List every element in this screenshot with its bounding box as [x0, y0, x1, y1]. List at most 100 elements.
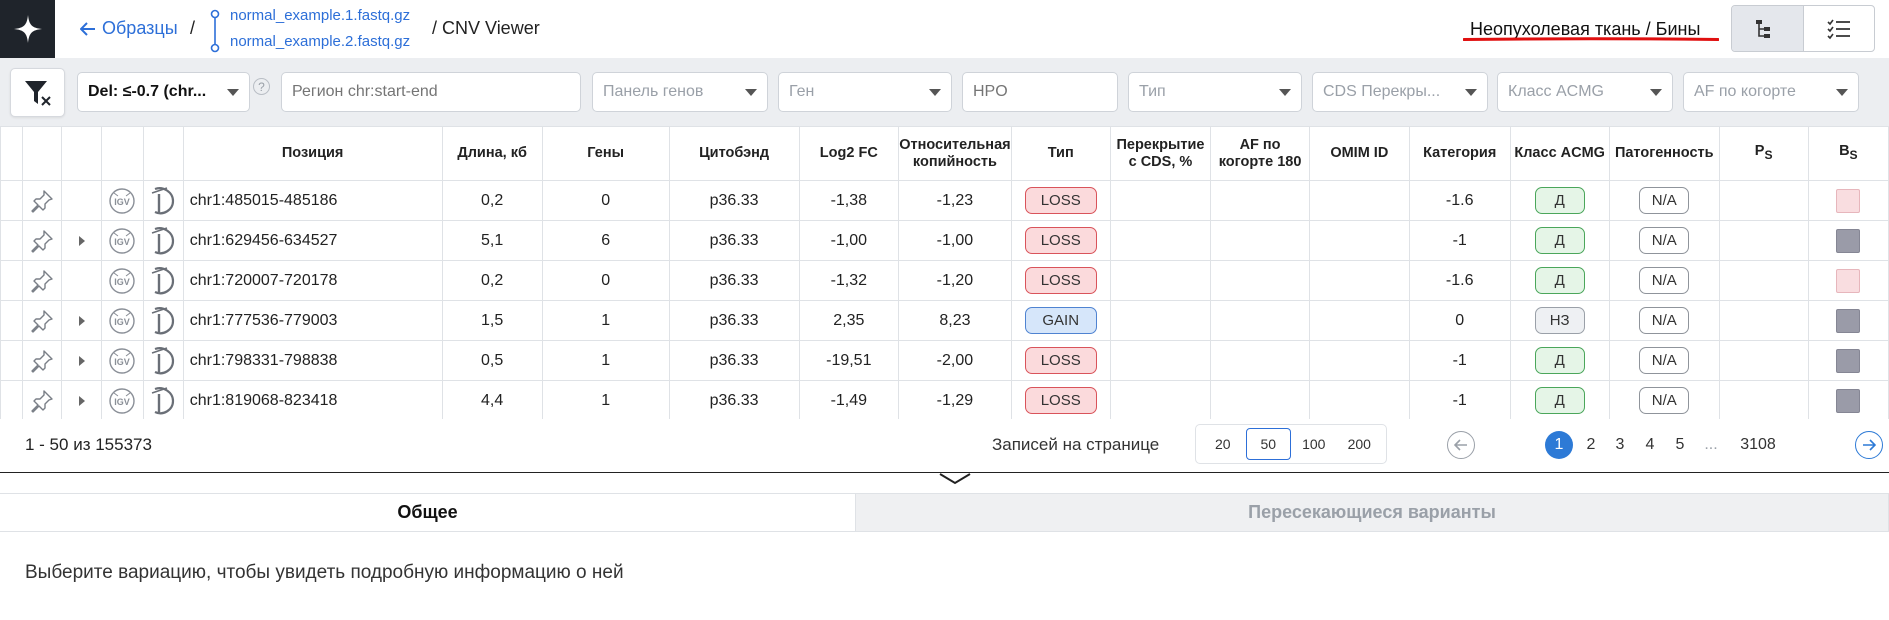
decipher-icon[interactable] — [144, 302, 182, 340]
table-row[interactable]: IGV chr1:720007-720178 0,2 0 p36.33 -1,32 -1,2… — [0, 260, 1889, 301]
table-row[interactable]: IGV chr1:485015-485186 0,2 0 p36.33 -1,38 -1,2… — [0, 180, 1889, 221]
cell-position[interactable]: chr1:798331-798838 — [182, 340, 443, 381]
col-pathogenicity[interactable]: Патогенность — [1608, 126, 1720, 181]
pin-icon[interactable] — [23, 382, 61, 420]
file-link-2[interactable]: normal_example.2.fastq.gz — [230, 33, 410, 50]
igv-icon[interactable]: IGV — [103, 262, 143, 300]
clear-filters-button[interactable] — [10, 68, 65, 117]
col-genes[interactable]: Гены — [541, 126, 670, 181]
acmg-badge[interactable]: Д — [1534, 187, 1585, 214]
prev-page-button[interactable] — [1447, 431, 1475, 459]
cds-overlap-select[interactable]: CDS Перекры... — [1312, 72, 1488, 112]
igv-icon[interactable]: IGV — [103, 302, 143, 340]
page-2[interactable]: 2 — [1577, 431, 1605, 459]
gene-panel-select[interactable]: Панель генов — [592, 72, 768, 112]
gene-select[interactable]: Ген — [778, 72, 952, 112]
igv-icon[interactable]: IGV — [103, 382, 143, 420]
file-link-1[interactable]: normal_example.1.fastq.gz — [230, 7, 410, 24]
chevron-right-icon[interactable] — [63, 302, 101, 340]
chevron-right-icon[interactable] — [63, 382, 101, 420]
col-category[interactable]: Категория — [1408, 126, 1511, 181]
tree-view-button[interactable] — [1732, 6, 1804, 51]
pathogenicity-badge[interactable]: N/A — [1639, 267, 1690, 294]
col-omim[interactable]: OMIM ID — [1308, 126, 1410, 181]
decipher-icon[interactable] — [144, 182, 182, 220]
pathogenicity-badge[interactable]: N/A — [1639, 187, 1690, 214]
per-page-100[interactable]: 100 — [1291, 428, 1337, 460]
tab-overlapping-variants[interactable]: Пересекающиеся варианты — [855, 493, 1889, 532]
acmg-badge[interactable]: Д — [1534, 387, 1585, 414]
pathogenicity-badge[interactable]: N/A — [1639, 387, 1690, 414]
page-5[interactable]: 5 — [1666, 431, 1694, 459]
decipher-icon[interactable] — [144, 342, 182, 380]
igv-icon[interactable]: IGV — [103, 222, 143, 260]
col-cytoband[interactable]: Цитобэнд — [668, 126, 800, 181]
col-acmg[interactable]: Класс ACMG — [1509, 126, 1610, 181]
table-row[interactable]: IGV chr1:798331-798838 0,5 1 p36.33 -19,51 -2,… — [0, 340, 1889, 381]
acmg-badge[interactable]: НЗ — [1534, 307, 1585, 334]
cell-position[interactable]: chr1:720007-720178 — [182, 260, 443, 301]
col-type[interactable]: Тип — [1010, 126, 1111, 181]
pin-icon[interactable] — [23, 222, 61, 260]
page-1[interactable]: 1 — [1545, 431, 1573, 459]
acmg-badge[interactable]: Д — [1534, 227, 1585, 254]
page-title: / CNV Viewer — [432, 18, 540, 38]
col-cds-overlap[interactable]: Перекрытие с CDS, % — [1109, 126, 1212, 181]
table-row[interactable]: IGV chr1:629456-634527 5,1 6 p36.33 -1,00 -1,0… — [0, 220, 1889, 261]
cell-position[interactable]: chr1:485015-485186 — [182, 180, 443, 221]
decipher-icon[interactable] — [144, 222, 182, 260]
igv-icon[interactable]: IGV — [103, 342, 143, 380]
pathogenicity-badge[interactable]: N/A — [1639, 227, 1690, 254]
cell-position[interactable]: chr1:777536-779003 — [182, 300, 443, 341]
type-select[interactable]: Тип — [1128, 72, 1302, 112]
pin-icon[interactable] — [23, 302, 61, 340]
help-icon[interactable]: ? — [253, 78, 270, 95]
per-page-50[interactable]: 50 — [1245, 428, 1292, 460]
col-length[interactable]: Длина, кб — [441, 126, 543, 181]
deletion-threshold-select[interactable]: Del: ≤-0.7 (chr... — [77, 72, 250, 112]
app-logo[interactable] — [0, 0, 55, 58]
cell-bs — [1807, 220, 1889, 261]
cell-position[interactable]: chr1:819068-823418 — [182, 380, 443, 421]
pathogenicity-badge[interactable]: N/A — [1639, 347, 1690, 374]
checklist-view-button[interactable] — [1804, 6, 1875, 51]
table-row[interactable]: IGV chr1:777536-779003 1,5 1 p36.33 2,35 8,23 G… — [0, 300, 1889, 341]
tab-general[interactable]: Общее — [0, 493, 855, 532]
col-log2fc[interactable]: Log2 FC — [798, 126, 899, 181]
per-page-20[interactable]: 20 — [1200, 428, 1246, 460]
col-bs[interactable]: BS — [1807, 126, 1889, 181]
decipher-icon[interactable] — [144, 382, 182, 420]
col-cohort-af[interactable]: AF по когорте 180 — [1210, 126, 1310, 181]
chevron-right-icon[interactable] — [63, 222, 101, 260]
per-page-200[interactable]: 200 — [1337, 428, 1383, 460]
red-underline-annotation — [1463, 37, 1719, 41]
cell-type: LOSS — [1010, 220, 1111, 261]
hpo-input[interactable] — [962, 72, 1118, 112]
cell-type: GAIN — [1010, 300, 1111, 341]
acmg-badge[interactable]: Д — [1534, 347, 1585, 374]
chevron-down-icon[interactable] — [938, 469, 972, 491]
chevron-right-icon[interactable] — [63, 342, 101, 380]
region-input[interactable] — [281, 72, 581, 112]
page-4[interactable]: 4 — [1635, 431, 1665, 459]
header-expand — [61, 126, 103, 181]
table-row[interactable]: IGV chr1:819068-823418 4,4 1 p36.33 -1,49 -1,2… — [0, 380, 1889, 421]
cell-position[interactable]: chr1:629456-634527 — [182, 220, 443, 261]
pin-icon[interactable] — [23, 342, 61, 380]
decipher-icon[interactable] — [144, 262, 182, 300]
page-3[interactable]: 3 — [1606, 431, 1634, 459]
acmg-badge[interactable]: Д — [1534, 267, 1585, 294]
col-relative-copy[interactable]: Относительная копийность — [897, 126, 1012, 181]
col-ps[interactable]: PS — [1718, 126, 1809, 181]
next-page-button[interactable] — [1855, 431, 1883, 459]
pin-icon[interactable] — [23, 262, 61, 300]
pin-icon[interactable] — [23, 182, 61, 220]
pathogenicity-badge[interactable]: N/A — [1639, 307, 1690, 334]
cohort-af-select[interactable]: AF по когорте — [1683, 72, 1859, 112]
igv-icon[interactable]: IGV — [103, 182, 143, 220]
back-to-samples-link[interactable]: Образцы — [80, 18, 178, 39]
file-pair-icon — [210, 9, 220, 53]
col-position[interactable]: Позиция — [182, 126, 443, 181]
acmg-class-select[interactable]: Класс ACMG — [1497, 72, 1673, 112]
page-last[interactable]: 3108 — [1728, 431, 1788, 459]
